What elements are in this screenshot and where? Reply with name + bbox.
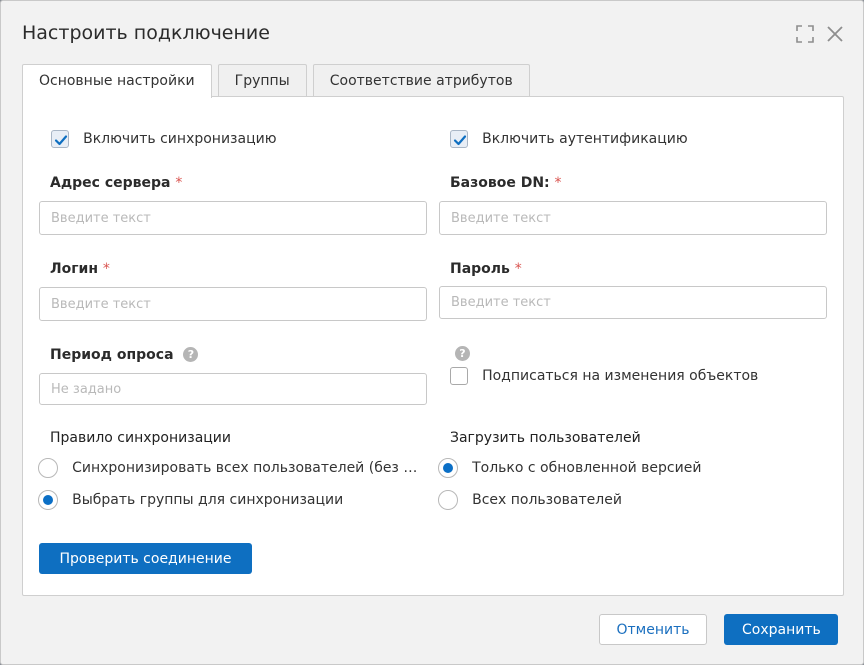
server-address-label-text: Адрес сервера xyxy=(50,175,171,191)
enable-auth-label: Включить аутентификацию xyxy=(482,130,688,147)
sync-all-label: Синхронизировать всех пользователей (без… xyxy=(72,459,423,476)
dialog-title: Настроить подключение xyxy=(22,22,270,44)
all-users-radio[interactable] xyxy=(438,489,458,510)
poll-period-label: Период опроса ? xyxy=(50,347,199,363)
enable-sync-label: Включить синхронизацию xyxy=(83,130,277,147)
password-label-text: Пароль xyxy=(450,261,510,277)
required-marker: * xyxy=(514,261,522,277)
enable-sync-checkbox[interactable] xyxy=(51,129,69,148)
checkmark-icon xyxy=(54,134,68,145)
password-label: Пароль * xyxy=(450,261,522,277)
cancel-button[interactable]: Отменить xyxy=(599,614,707,645)
enable-auth-row[interactable]: Включить аутентификацию xyxy=(450,128,688,148)
help-icon[interactable]: ? xyxy=(455,346,470,361)
required-marker: * xyxy=(175,175,183,191)
select-groups-radio[interactable] xyxy=(38,489,58,510)
tab-groups[interactable]: Группы xyxy=(217,64,307,97)
enable-sync-row[interactable]: Включить синхронизацию xyxy=(51,128,277,148)
login-input[interactable] xyxy=(39,287,427,321)
required-marker: * xyxy=(554,175,562,191)
sync-all-option[interactable]: Синхронизировать всех пользователей (без… xyxy=(38,457,422,478)
title-bar-controls xyxy=(795,24,845,44)
subscribe-label: Подписаться на изменения объектов xyxy=(482,367,759,384)
updated-version-option[interactable]: Только с обновленной версией xyxy=(438,457,701,478)
save-button[interactable]: Сохранить xyxy=(724,614,838,645)
base-dn-label: Базовое DN: * xyxy=(450,175,562,191)
sync-rule-label: Правило синхронизации xyxy=(50,430,231,446)
poll-period-label-text: Период опроса xyxy=(50,347,174,363)
server-address-label: Адрес сервера * xyxy=(50,175,182,191)
sync-all-radio[interactable] xyxy=(38,457,58,478)
base-dn-label-text: Базовое DN: xyxy=(450,175,550,191)
all-users-label: Всех пользователей xyxy=(472,491,622,508)
enable-auth-checkbox[interactable] xyxy=(450,129,468,148)
updated-version-radio[interactable] xyxy=(438,457,458,478)
login-label-text: Логин xyxy=(50,261,99,277)
tab-bar: Основные настройки Группы Соответствие а… xyxy=(22,64,530,98)
test-connection-button[interactable]: Проверить соединение xyxy=(39,543,252,574)
tab-main-settings[interactable]: Основные настройки xyxy=(22,64,212,98)
server-address-input[interactable] xyxy=(39,201,427,235)
base-dn-input[interactable] xyxy=(439,201,827,235)
login-label: Логин * xyxy=(50,261,110,277)
all-users-option[interactable]: Всех пользователей xyxy=(438,489,622,510)
expand-icon[interactable] xyxy=(795,24,815,44)
select-groups-label: Выбрать группы для синхронизации xyxy=(72,491,344,508)
password-input[interactable] xyxy=(439,286,827,319)
poll-period-input[interactable] xyxy=(39,373,427,405)
help-icon[interactable]: ? xyxy=(183,347,199,362)
checkmark-icon xyxy=(453,134,467,145)
subscribe-checkbox[interactable] xyxy=(450,366,468,385)
updated-version-label: Только с обновленной версией xyxy=(472,459,702,476)
main-settings-panel: Включить синхронизацию Включить аутентиф… xyxy=(22,96,844,596)
required-marker: * xyxy=(102,261,110,277)
connection-settings-dialog: Настроить подключение Основные настройки… xyxy=(0,0,864,665)
tab-attribute-mapping[interactable]: Соответствие атрибутов xyxy=(312,64,530,97)
close-icon[interactable] xyxy=(825,24,845,44)
subscribe-row[interactable]: Подписаться на изменения объектов xyxy=(450,365,758,385)
select-groups-option[interactable]: Выбрать группы для синхронизации xyxy=(38,489,343,510)
load-users-label: Загрузить пользователей xyxy=(450,430,641,446)
